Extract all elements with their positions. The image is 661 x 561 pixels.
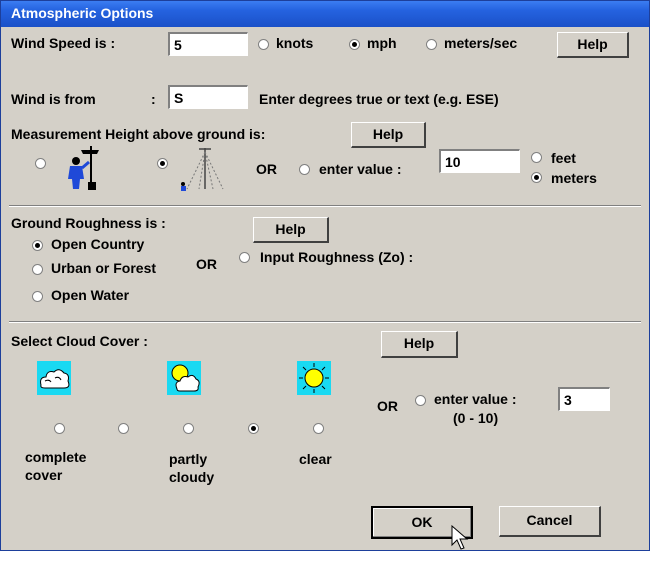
- wind-from-label: Wind is from: [11, 91, 96, 107]
- complete-cover-caption-2: cover: [25, 467, 63, 483]
- unit-mph-radio[interactable]: [349, 39, 360, 50]
- cancel-button[interactable]: Cancel: [499, 506, 601, 537]
- height-feet-radio[interactable]: [531, 152, 542, 163]
- urban-forest-label[interactable]: Urban or Forest: [51, 260, 156, 276]
- cloud-cover-radio-2[interactable]: [183, 423, 194, 434]
- open-water-label[interactable]: Open Water: [51, 287, 129, 303]
- roughness-help-button[interactable]: Help: [253, 217, 329, 243]
- partly-cloudy-caption-2: cloudy: [169, 469, 215, 485]
- unit-knots-label[interactable]: knots: [276, 35, 313, 51]
- partly-cloudy-icon: [167, 361, 201, 395]
- ground-roughness-label: Ground Roughness is :: [11, 215, 166, 231]
- measurement-or-label: OR: [256, 161, 277, 177]
- height-feet-label[interactable]: feet: [551, 150, 576, 166]
- height-meters-radio[interactable]: [531, 172, 542, 183]
- cloud-enter-value-label[interactable]: enter value :: [434, 391, 516, 407]
- cloud-value-input[interactable]: [558, 387, 610, 411]
- cloud-cover-label: Select Cloud Cover :: [11, 333, 148, 349]
- clear-caption: clear: [299, 451, 332, 467]
- height-person-radio[interactable]: [35, 158, 46, 169]
- input-roughness-radio[interactable]: [239, 252, 250, 263]
- atmospheric-options-dialog: Atmospheric Options Wind Speed is : knot…: [0, 0, 650, 551]
- complete-cover-caption-1: complete: [25, 449, 87, 465]
- wind-from-colon: :: [151, 91, 156, 107]
- height-meters-label[interactable]: meters: [551, 170, 597, 186]
- mouse-cursor-icon: [451, 525, 469, 550]
- open-country-label[interactable]: Open Country: [51, 236, 144, 252]
- roughness-or-label: OR: [196, 256, 217, 272]
- height-tower-radio[interactable]: [157, 158, 168, 169]
- cloud-range-label: (0 - 10): [453, 410, 499, 426]
- cloud-help-button[interactable]: Help: [381, 331, 458, 358]
- wind-from-input[interactable]: [168, 85, 248, 109]
- height-enter-value-radio[interactable]: [299, 164, 310, 175]
- wind-speed-label: Wind Speed is :: [11, 35, 116, 51]
- input-roughness-label[interactable]: Input Roughness (Zo) :: [260, 249, 413, 265]
- separator-1: [9, 205, 641, 207]
- unit-meters-sec-label[interactable]: meters/sec: [444, 35, 517, 51]
- person-anemometer-icon: [68, 146, 99, 190]
- cloud-cover-radio-3[interactable]: [248, 423, 259, 434]
- height-enter-value-label[interactable]: enter value :: [319, 161, 401, 177]
- height-value-input[interactable]: [439, 149, 520, 173]
- unit-knots-radio[interactable]: [258, 39, 269, 50]
- tower-icon: [181, 148, 224, 191]
- title-bar[interactable]: Atmospheric Options: [1, 1, 649, 27]
- unit-mph-label[interactable]: mph: [367, 35, 397, 51]
- cloud-cover-radio-1[interactable]: [118, 423, 129, 434]
- wind-from-hint: Enter degrees true or text (e.g. ESE): [259, 91, 499, 107]
- cloud-enter-value-radio[interactable]: [415, 395, 426, 406]
- complete-cover-icon: [37, 361, 71, 395]
- cloud-cover-radio-4[interactable]: [313, 423, 324, 434]
- cloud-cover-radio-0[interactable]: [54, 423, 65, 434]
- measurement-help-button[interactable]: Help: [351, 122, 426, 148]
- window-title: Atmospheric Options: [11, 5, 154, 21]
- open-country-radio[interactable]: [32, 240, 43, 251]
- urban-forest-radio[interactable]: [32, 264, 43, 275]
- separator-2: [9, 321, 641, 323]
- unit-meters-sec-radio[interactable]: [426, 39, 437, 50]
- clear-sky-icon: [297, 361, 331, 395]
- measurement-height-label: Measurement Height above ground is:: [11, 126, 266, 142]
- open-water-radio[interactable]: [32, 291, 43, 302]
- partly-cloudy-caption-1: partly: [169, 451, 208, 467]
- wind-help-button[interactable]: Help: [557, 32, 629, 58]
- wind-speed-input[interactable]: [168, 32, 248, 56]
- cloud-or-label: OR: [377, 398, 398, 414]
